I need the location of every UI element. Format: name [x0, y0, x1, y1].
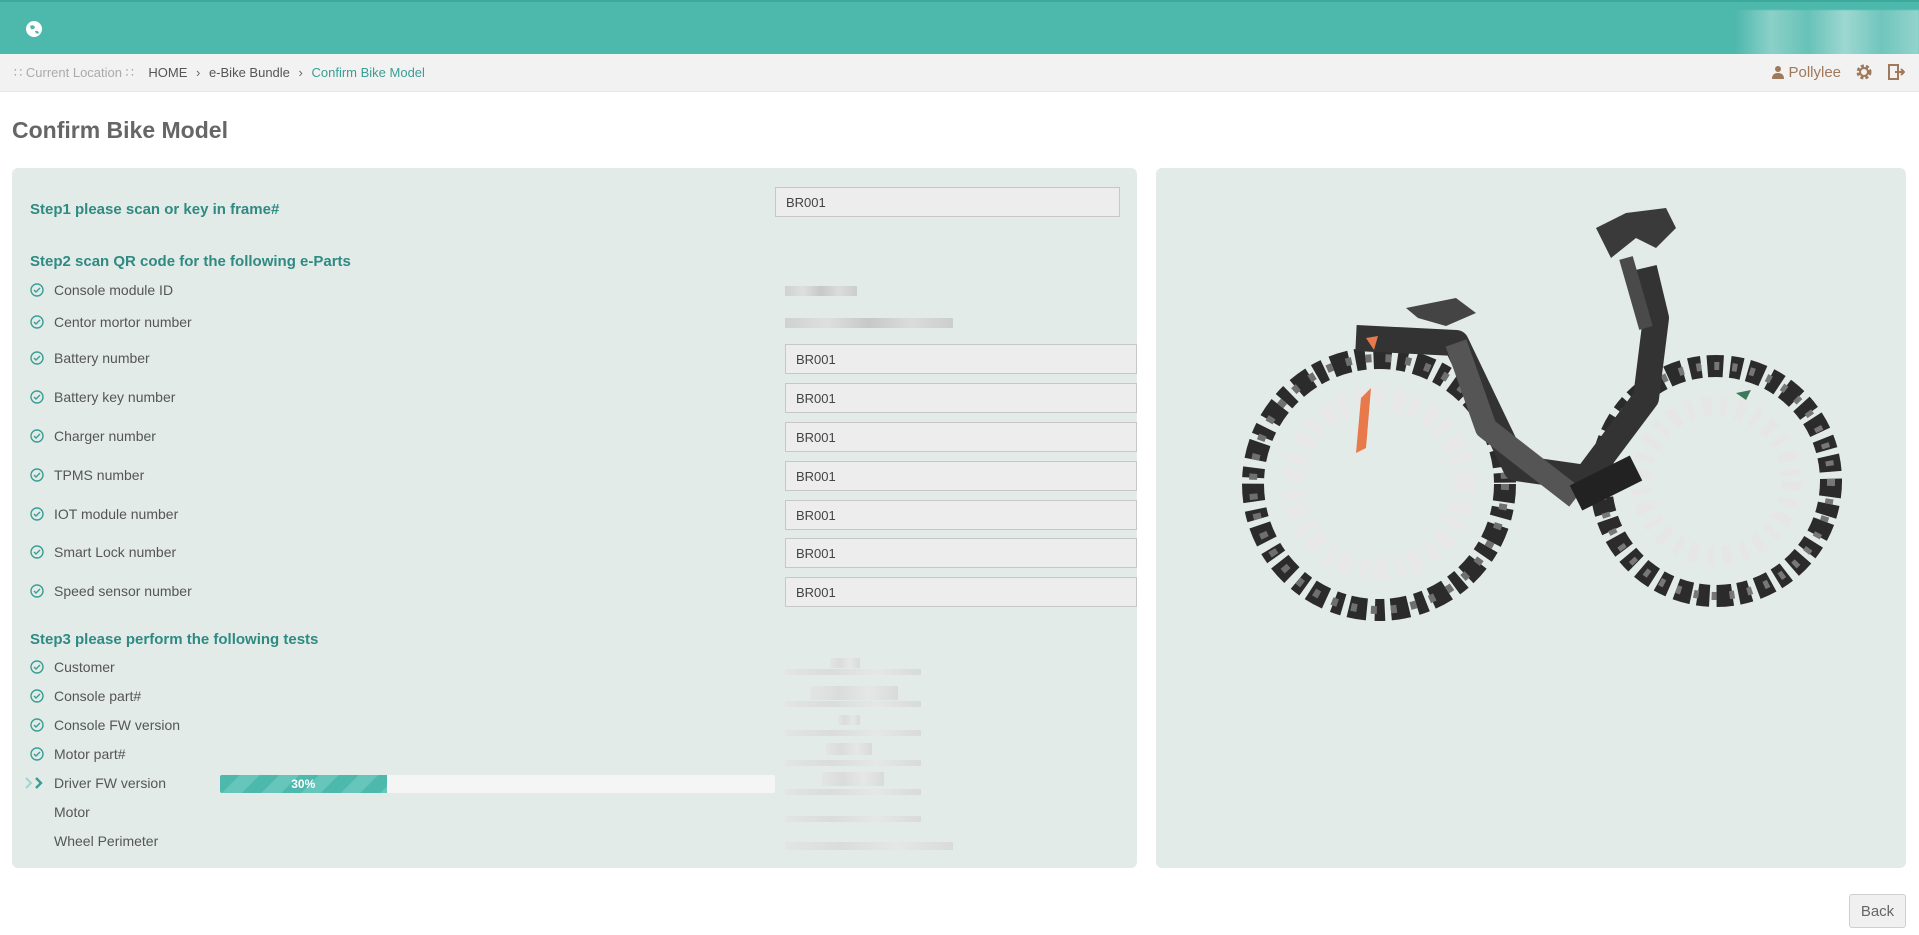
bike-illustration [1242, 208, 1842, 621]
test-label: Console FW version [54, 717, 181, 733]
part-row-tpms: TPMS number [30, 461, 1137, 491]
breadcrumb-current: Confirm Bike Model [311, 65, 425, 80]
globe-icon[interactable] [25, 20, 43, 38]
test-row-console-part: Console part# [30, 682, 1125, 712]
part-label: Charger number [54, 428, 156, 444]
check-circle-icon [30, 747, 44, 761]
user-menu[interactable]: Pollylee [1772, 64, 1841, 81]
check-circle-icon [30, 351, 44, 365]
part-row-battery-key: Battery key number [30, 383, 1137, 413]
test-row-motor-part: Motor part# [30, 740, 1125, 770]
redacted-value [785, 842, 953, 850]
brand-logo [1734, 10, 1919, 56]
battery-number-input[interactable] [785, 344, 1137, 374]
redacted-value [810, 686, 898, 700]
test-label: Customer [54, 659, 115, 675]
back-button[interactable]: Back [1849, 894, 1906, 928]
charger-number-input[interactable] [785, 422, 1137, 452]
check-circle-icon [30, 545, 44, 559]
user-icon [1772, 66, 1785, 79]
test-row-console-fw: Console FW version [30, 711, 1125, 741]
redacted-value [785, 669, 921, 675]
redacted-value [838, 715, 860, 725]
bike-image-panel [1156, 168, 1906, 868]
breadcrumb-prefix-icon: ∷ [14, 65, 26, 80]
redacted-value [785, 730, 921, 736]
smart-lock-number-input[interactable] [785, 538, 1137, 568]
tpms-number-input[interactable] [785, 461, 1137, 491]
part-row-center-motor: Centor mortor number [30, 308, 1125, 338]
redacted-value [830, 658, 860, 668]
check-circle-icon [30, 390, 44, 404]
chevron-right-icon: › [298, 65, 303, 80]
frame-number-input[interactable] [775, 187, 1120, 217]
check-circle-icon [30, 429, 44, 443]
part-label: TPMS number [54, 467, 145, 483]
bike-confirm-panel: Step1 please scan or key in frame# Step2… [12, 168, 1137, 868]
part-label: Battery number [54, 350, 150, 366]
logout-icon[interactable] [1887, 63, 1905, 81]
redacted-value [822, 772, 884, 786]
test-label: Motor part# [54, 746, 126, 762]
chevron-right-icon: › [195, 65, 201, 80]
part-row-battery: Battery number [30, 344, 1137, 374]
redacted-value [785, 789, 921, 795]
breadcrumb-label: Current Location [25, 65, 123, 80]
part-label: Centor mortor number [54, 314, 192, 330]
top-bar [0, 0, 1919, 56]
driver-fw-progress-bar: 30% [220, 775, 775, 793]
check-circle-icon [30, 315, 44, 329]
progress-fill: 30% [220, 775, 387, 793]
part-row-charger: Charger number [30, 422, 1137, 452]
step3-title: Step3 please perform the following tests [30, 631, 319, 648]
check-circle-icon [30, 468, 44, 482]
check-circle-icon [30, 283, 44, 297]
part-label: Console module ID [54, 282, 174, 298]
part-label: Speed sensor number [54, 583, 192, 599]
battery-key-number-input[interactable] [785, 383, 1137, 413]
user-name: Pollylee [1788, 63, 1841, 81]
test-label: Console part# [54, 688, 142, 704]
part-label: IOT module number [54, 506, 179, 522]
breadcrumb-home[interactable]: HOME [148, 65, 187, 80]
redacted-value [785, 816, 921, 822]
speed-sensor-number-input[interactable] [785, 577, 1137, 607]
test-label: Driver FW version [54, 775, 167, 791]
redacted-value [785, 760, 921, 766]
redacted-value [785, 286, 857, 296]
gear-icon[interactable] [1855, 63, 1873, 81]
test-row-wheel-perimeter: Wheel Perimeter [30, 827, 1125, 857]
test-label: Wheel Perimeter [54, 833, 159, 849]
test-row-motor: Motor [30, 798, 1125, 828]
check-circle-icon [30, 660, 44, 674]
check-circle-icon [30, 507, 44, 521]
iot-module-number-input[interactable] [785, 500, 1137, 530]
test-label: Motor [54, 804, 90, 820]
breadcrumb-ebike-bundle[interactable]: e-Bike Bundle [209, 65, 290, 80]
step1-title: Step1 please scan or key in frame# [30, 201, 280, 218]
part-label: Smart Lock number [54, 544, 177, 560]
user-area: Pollylee [1772, 63, 1905, 81]
part-label: Battery key number [54, 389, 176, 405]
redacted-value [785, 318, 953, 328]
breadcrumb-suffix-icon: ∷ [122, 65, 134, 80]
page-title: Confirm Bike Model [12, 117, 228, 143]
check-circle-icon [30, 718, 44, 732]
double-chevron-right-icon [25, 777, 43, 789]
step2-title: Step2 scan QR code for the following e-P… [30, 253, 351, 270]
part-row-iot-module: IOT module number [30, 500, 1137, 530]
test-row-customer: Customer [30, 653, 1125, 683]
location-bar: ∷ Current Location ∷ HOME › e-Bike Bundl… [0, 54, 1919, 92]
check-circle-icon [30, 689, 44, 703]
redacted-value [785, 701, 921, 707]
part-row-smart-lock: Smart Lock number [30, 538, 1137, 568]
check-circle-icon [30, 584, 44, 598]
redacted-value [826, 743, 872, 755]
part-row-console-module: Console module ID [30, 276, 1125, 306]
part-row-speed-sensor: Speed sensor number [30, 577, 1137, 607]
breadcrumb: ∷ Current Location ∷ HOME › e-Bike Bundl… [14, 65, 425, 81]
test-row-driver-fw: Driver FW version 30% [25, 769, 1125, 799]
